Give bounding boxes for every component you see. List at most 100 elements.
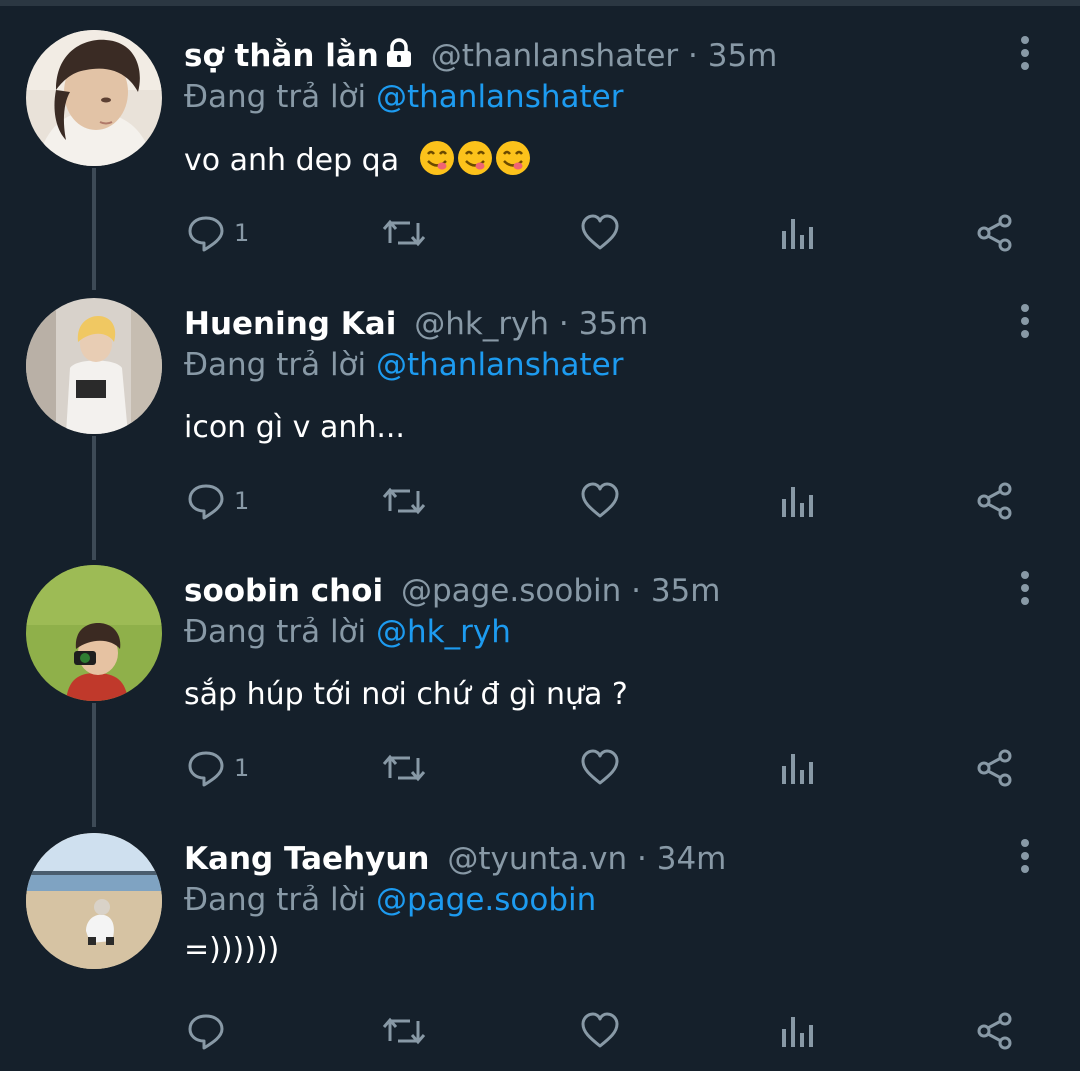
reply-count: 1 [234, 754, 250, 782]
retweet-button[interactable] [382, 210, 426, 256]
more-vertical-icon[interactable] [1010, 569, 1040, 609]
retweet-icon [382, 219, 426, 247]
reply-mention[interactable]: @thanlanshater [376, 347, 623, 383]
more-vertical-icon[interactable] [1010, 302, 1040, 342]
tweet[interactable]: Kang Taehyun @tyunta.vn · 34m Đang trả l… [0, 803, 1080, 1071]
tweet[interactable]: sợ thằn lằn @thanlanshater · 35m Đang tr… [0, 0, 1080, 268]
analytics-button[interactable] [780, 745, 816, 791]
reply-context: Đang trả lời @thanlanshater [184, 77, 623, 117]
reply-icon [188, 1014, 224, 1050]
lock-icon [385, 38, 413, 78]
retweet-icon [382, 754, 426, 782]
face-savoring-food-icon [495, 140, 531, 187]
tweet[interactable]: Huening Kai @hk_ryh · 35m Đang trả lời @… [0, 268, 1080, 536]
retweet-button[interactable] [382, 745, 426, 791]
timestamp[interactable]: 35m [651, 573, 721, 609]
like-button[interactable] [580, 210, 620, 256]
analytics-icon [782, 754, 813, 784]
tweet-header: soobin choi @page.soobin · 35m [184, 571, 720, 611]
reply-prefix: Đang trả lời [184, 347, 367, 383]
user-handle[interactable]: @hk_ryh [414, 306, 549, 342]
reply-context: Đang trả lời @page.soobin [184, 880, 596, 920]
like-button[interactable] [580, 1008, 620, 1054]
reply-count: 1 [234, 219, 250, 247]
reply-icon [188, 751, 224, 787]
tweet-actions: 1 [0, 478, 1080, 528]
tweet-text: sắp húp tới nơi chứ đ gì nựa ? [184, 675, 628, 715]
analytics-icon [782, 1017, 813, 1047]
tweet-header: Kang Taehyun @tyunta.vn · 34m [184, 839, 726, 879]
share-icon [977, 214, 1012, 252]
reply-context: Đang trả lời @hk_ryh [184, 612, 511, 652]
reply-mention[interactable]: @hk_ryh [376, 614, 511, 650]
reply-context: Đang trả lời @thanlanshater [184, 345, 623, 385]
reply-count: 1 [234, 487, 250, 515]
share-icon [977, 1012, 1012, 1050]
avatar[interactable] [26, 833, 162, 969]
user-handle[interactable]: @page.soobin [401, 573, 621, 609]
share-button[interactable] [975, 210, 1015, 256]
face-savoring-food-icon [457, 140, 493, 187]
tweet-header: sợ thằn lằn @thanlanshater · 35m [184, 36, 777, 78]
tweet-text-content: =)))))) [184, 932, 280, 967]
tweet-text-content: icon gì v anh... [184, 410, 405, 445]
like-button[interactable] [580, 745, 620, 791]
reply-button[interactable]: 1 [186, 745, 249, 791]
separator-dot: · [627, 841, 657, 877]
tweet-text-content: sắp húp tới nơi chứ đ gì nựa ? [184, 677, 628, 712]
heart-icon [581, 1012, 619, 1048]
retweet-icon [382, 487, 426, 515]
heart-icon [581, 482, 619, 518]
tweet-actions: 1 [0, 745, 1080, 795]
timestamp[interactable]: 34m [657, 841, 727, 877]
analytics-icon [782, 219, 813, 249]
reply-prefix: Đang trả lời [184, 882, 367, 918]
user-handle[interactable]: @thanlanshater [431, 38, 678, 74]
analytics-button[interactable] [780, 1008, 816, 1054]
display-name[interactable]: soobin choi [184, 573, 383, 609]
tweet-text: =)))))) [184, 930, 279, 970]
reply-prefix: Đang trả lời [184, 79, 367, 115]
share-button[interactable] [975, 1008, 1015, 1054]
analytics-button[interactable] [780, 210, 816, 256]
retweet-button[interactable] [382, 1008, 426, 1054]
separator-dot: · [678, 38, 708, 74]
reply-button[interactable]: 1 [186, 478, 249, 524]
display-name[interactable]: Huening Kai [184, 306, 396, 342]
user-handle[interactable]: @tyunta.vn [447, 841, 627, 877]
reply-button[interactable] [186, 1008, 234, 1054]
timestamp[interactable]: 35m [579, 306, 649, 342]
reply-prefix: Đang trả lời [184, 614, 367, 650]
face-savoring-food-icon [419, 140, 455, 187]
tweet-text-content: vo anh dep qa [184, 143, 400, 178]
analytics-icon [782, 487, 813, 517]
separator-dot: · [621, 573, 651, 609]
share-button[interactable] [975, 478, 1015, 524]
avatar[interactable] [26, 30, 162, 166]
avatar[interactable] [26, 565, 162, 701]
reply-mention[interactable]: @page.soobin [376, 882, 596, 918]
tweet-text: icon gì v anh... [184, 408, 405, 448]
tweet-actions: 1 [0, 210, 1080, 260]
retweet-button[interactable] [382, 478, 426, 524]
tweet-actions [0, 1008, 1080, 1058]
retweet-icon [382, 1017, 426, 1045]
like-button[interactable] [580, 478, 620, 524]
reply-mention[interactable]: @thanlanshater [376, 79, 623, 115]
timestamp[interactable]: 35m [708, 38, 778, 74]
reply-button[interactable]: 1 [186, 210, 249, 256]
analytics-button[interactable] [780, 478, 816, 524]
share-icon [977, 749, 1012, 787]
tweet[interactable]: soobin choi @page.soobin · 35m Đang trả … [0, 535, 1080, 803]
avatar[interactable] [26, 298, 162, 434]
share-icon [977, 482, 1012, 520]
share-button[interactable] [975, 745, 1015, 791]
separator-dot: · [549, 306, 579, 342]
heart-icon [581, 214, 619, 250]
more-vertical-icon[interactable] [1010, 34, 1040, 74]
heart-icon [581, 749, 619, 785]
display-name[interactable]: sợ thằn lằn [184, 38, 379, 74]
more-vertical-icon[interactable] [1010, 837, 1040, 877]
reply-icon [188, 216, 224, 252]
display-name[interactable]: Kang Taehyun [184, 841, 430, 877]
